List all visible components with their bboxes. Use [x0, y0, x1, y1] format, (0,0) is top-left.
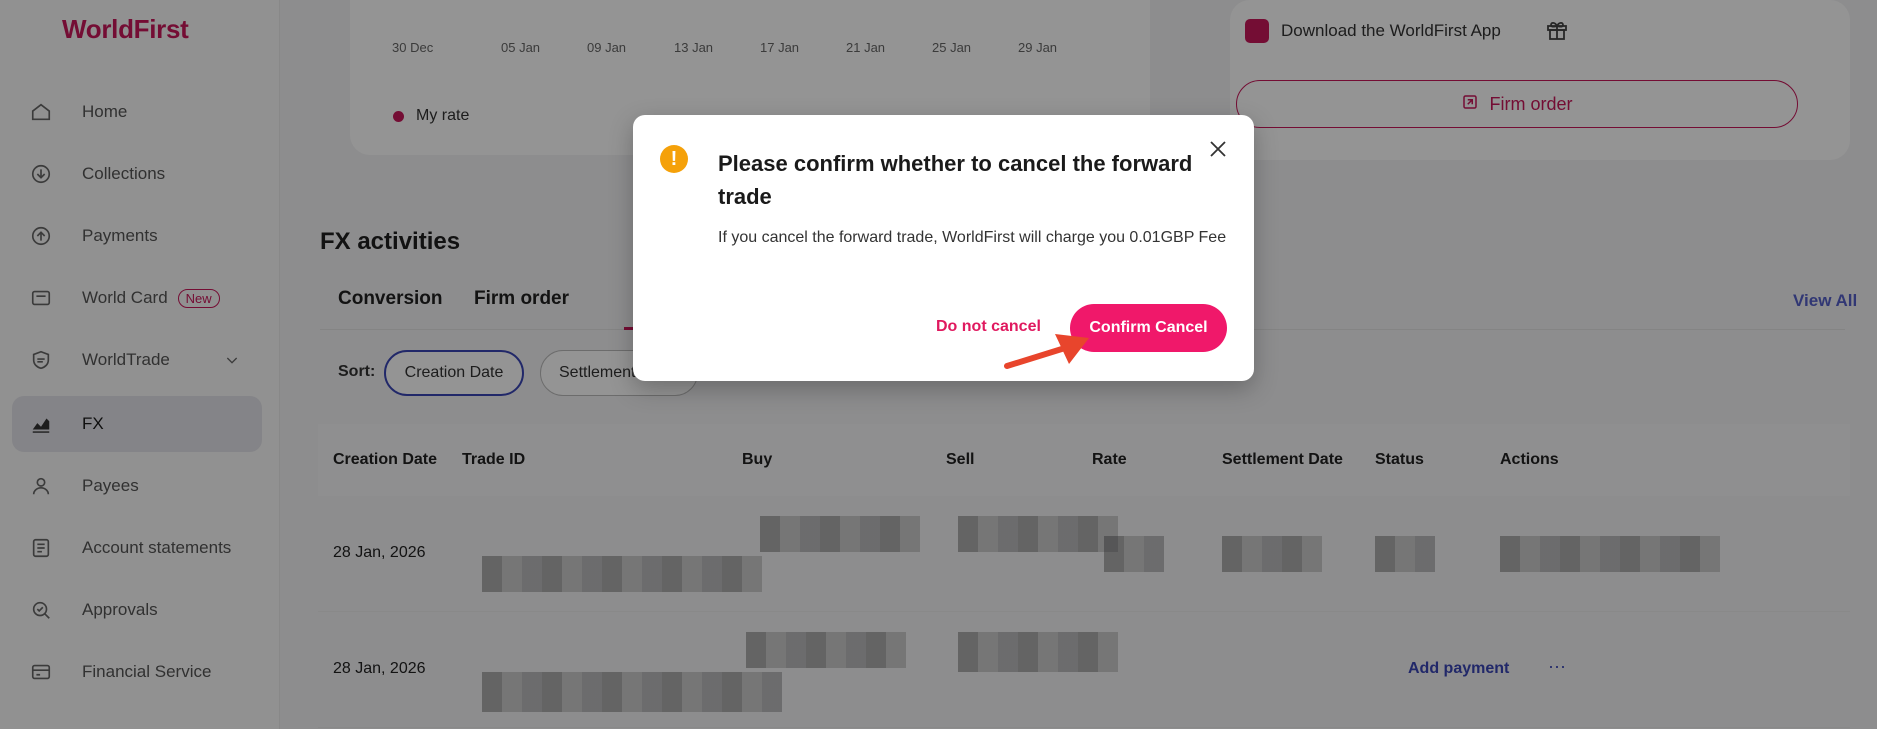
dialog-message: If you cancel the forward trade, WorldFi…: [718, 229, 1227, 246]
warning-icon: !: [660, 145, 688, 173]
confirm-cancel-button[interactable]: Confirm Cancel: [1070, 304, 1227, 352]
pointer-arrow-icon: [1004, 334, 1089, 369]
cancel-forward-dialog: ! Please confirm whether to cancel the f…: [633, 115, 1254, 381]
dialog-title: Please confirm whether to cancel the for…: [718, 151, 1193, 209]
